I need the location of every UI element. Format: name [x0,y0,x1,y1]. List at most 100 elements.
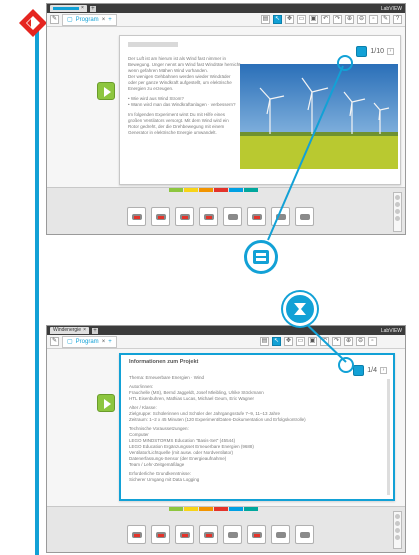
palette-tab-data[interactable] [214,507,228,511]
palette-block[interactable] [295,525,314,544]
palette-tab-advanced[interactable] [229,507,243,511]
add-project-icon[interactable]: + [92,327,98,334]
block-palette [47,187,405,234]
wrench-icon[interactable]: ✎ [50,15,59,24]
comment-icon[interactable]: ▭ [297,15,306,24]
palette-block[interactable] [223,207,242,226]
palette-tab-data[interactable] [214,188,228,192]
zoom-in-icon[interactable]: ⊕ [345,15,354,24]
app-label: LabVIEW [380,5,402,12]
zoom-out-icon[interactable]: ⊖ [356,337,365,346]
zoom-fit-icon[interactable]: ▫ [368,337,377,346]
save-icon[interactable]: ▣ [309,15,318,24]
wrench-icon[interactable]: ✎ [50,337,59,346]
back-diamond-icon[interactable] [18,8,48,38]
palette-block[interactable] [223,525,242,544]
page-numbering-callout-icon [244,240,278,274]
zoom-fit-icon[interactable]: ▫ [369,15,378,24]
app-label: LabVIEW [380,327,402,334]
content-editor-callout-icon [283,292,317,326]
panel-title: Informationen zum Projekt [129,359,199,365]
content-icon[interactable]: ▤ [260,337,269,346]
title-bar: Windenergie × + LabVIEW [47,326,405,335]
palette-block[interactable] [247,207,266,226]
project-tab-label: Windenergie [53,327,82,333]
next-page-icon[interactable]: › [387,48,394,55]
page-pager: 1/10 › [356,46,394,57]
palette-block[interactable] [271,207,290,226]
redo-icon[interactable]: ↷ [333,15,342,24]
add-project-icon[interactable]: + [89,5,96,12]
toolbar: ✎ ▢ Program × + ▤ ↖ ✥ ▭ ▣ ↶ ↷ ⊕ ⊖ ▫ [47,335,405,349]
palette-tabs [169,507,258,511]
help-icon[interactable]: ? [393,15,402,24]
palette-tab-flow[interactable] [184,507,198,511]
hardware-panel-toggle[interactable] [393,511,402,549]
palette-block[interactable] [175,207,194,226]
start-block[interactable] [97,394,115,412]
palette-tab-flow[interactable] [184,188,198,192]
undo-icon[interactable]: ↶ [321,15,330,24]
palette-block[interactable] [271,525,290,544]
palette-block[interactable] [175,525,194,544]
project-info-text: Thema: Erneuerbare Energien · Wind Autor… [129,375,306,482]
undo-icon[interactable]: ↶ [320,337,329,346]
palette-tab-myblocks[interactable] [244,507,258,511]
content-editor-panel: Informationen zum Projekt 1/4 › Thema: E… [119,353,395,501]
wind-turbine-photo [240,64,398,169]
program-tab[interactable]: ▢ Program × + [62,13,117,26]
content-editor-panel: 1/10 › Der Luft ist am hierum ist als Wi… [119,35,401,185]
panel-scrollbar[interactable] [387,379,390,495]
palette-tab-advanced[interactable] [229,188,243,192]
program-tab-label: Program [75,16,99,23]
program-canvas[interactable]: Informationen zum Projekt 1/4 › Thema: E… [47,349,405,506]
palette-tab-action[interactable] [169,188,183,192]
save-icon[interactable]: ▣ [308,337,317,346]
palette-block[interactable] [247,525,266,544]
lead-text: Der Luft ist am hierum ist als Wind fast… [128,56,242,135]
program-tab[interactable]: ▢ Program × + [62,335,117,348]
program-tab-label: Program [75,338,99,345]
palette-blocks [127,207,314,226]
palette-tab-action[interactable] [169,507,183,511]
palette-block[interactable] [295,207,314,226]
page-counter: 1/10 [370,48,384,55]
page-numbering-icon [253,250,269,264]
hardware-panel-toggle[interactable] [393,192,402,232]
palette-block[interactable] [199,207,218,226]
zoom-in-icon[interactable]: ⊕ [344,337,353,346]
palette-block[interactable] [151,525,170,544]
zoom-out-icon[interactable]: ⊖ [357,15,366,24]
project-tab[interactable]: × [50,5,87,12]
palette-block[interactable] [127,525,146,544]
palette-block[interactable] [151,207,170,226]
block-palette [47,506,405,552]
panel-title [128,42,178,47]
content-icon[interactable]: ▤ [261,15,270,24]
palette-tab-sensor[interactable] [199,188,213,192]
select-icon[interactable]: ↖ [273,15,282,24]
page-numbering-icon[interactable] [356,46,368,57]
palette-tabs [169,188,258,192]
palette-blocks [127,525,314,544]
program-canvas[interactable]: 1/10 › Der Luft ist am hierum ist als Wi… [47,27,405,187]
page-counter: 1/4 [367,367,377,374]
toolbar: ✎ ▢ Program × + ▤ ↖ ✥ ▭ ▣ ↶ ↷ ⊕ ⊖ ▫ ✎ ? [47,13,405,27]
select-icon[interactable]: ↖ [272,337,281,346]
bottom-screenshot: Windenergie × + LabVIEW ✎ ▢ Program × + … [46,325,406,553]
comment-icon[interactable]: ▭ [296,337,305,346]
palette-block[interactable] [127,207,146,226]
start-block[interactable] [97,82,115,100]
next-page-icon[interactable]: › [380,367,387,374]
palette-block[interactable] [199,525,218,544]
pan-icon[interactable]: ✥ [284,337,293,346]
palette-tab-sensor[interactable] [199,507,213,511]
content-editor-icon [294,303,306,315]
redo-icon[interactable]: ↷ [332,337,341,346]
palette-tab-myblocks[interactable] [244,188,258,192]
editor-icon[interactable]: ✎ [381,15,390,24]
title-bar: × + LabVIEW [47,4,405,13]
timeline-rail [35,30,39,555]
pan-icon[interactable]: ✥ [285,15,294,24]
project-tab[interactable]: Windenergie × [50,327,89,334]
